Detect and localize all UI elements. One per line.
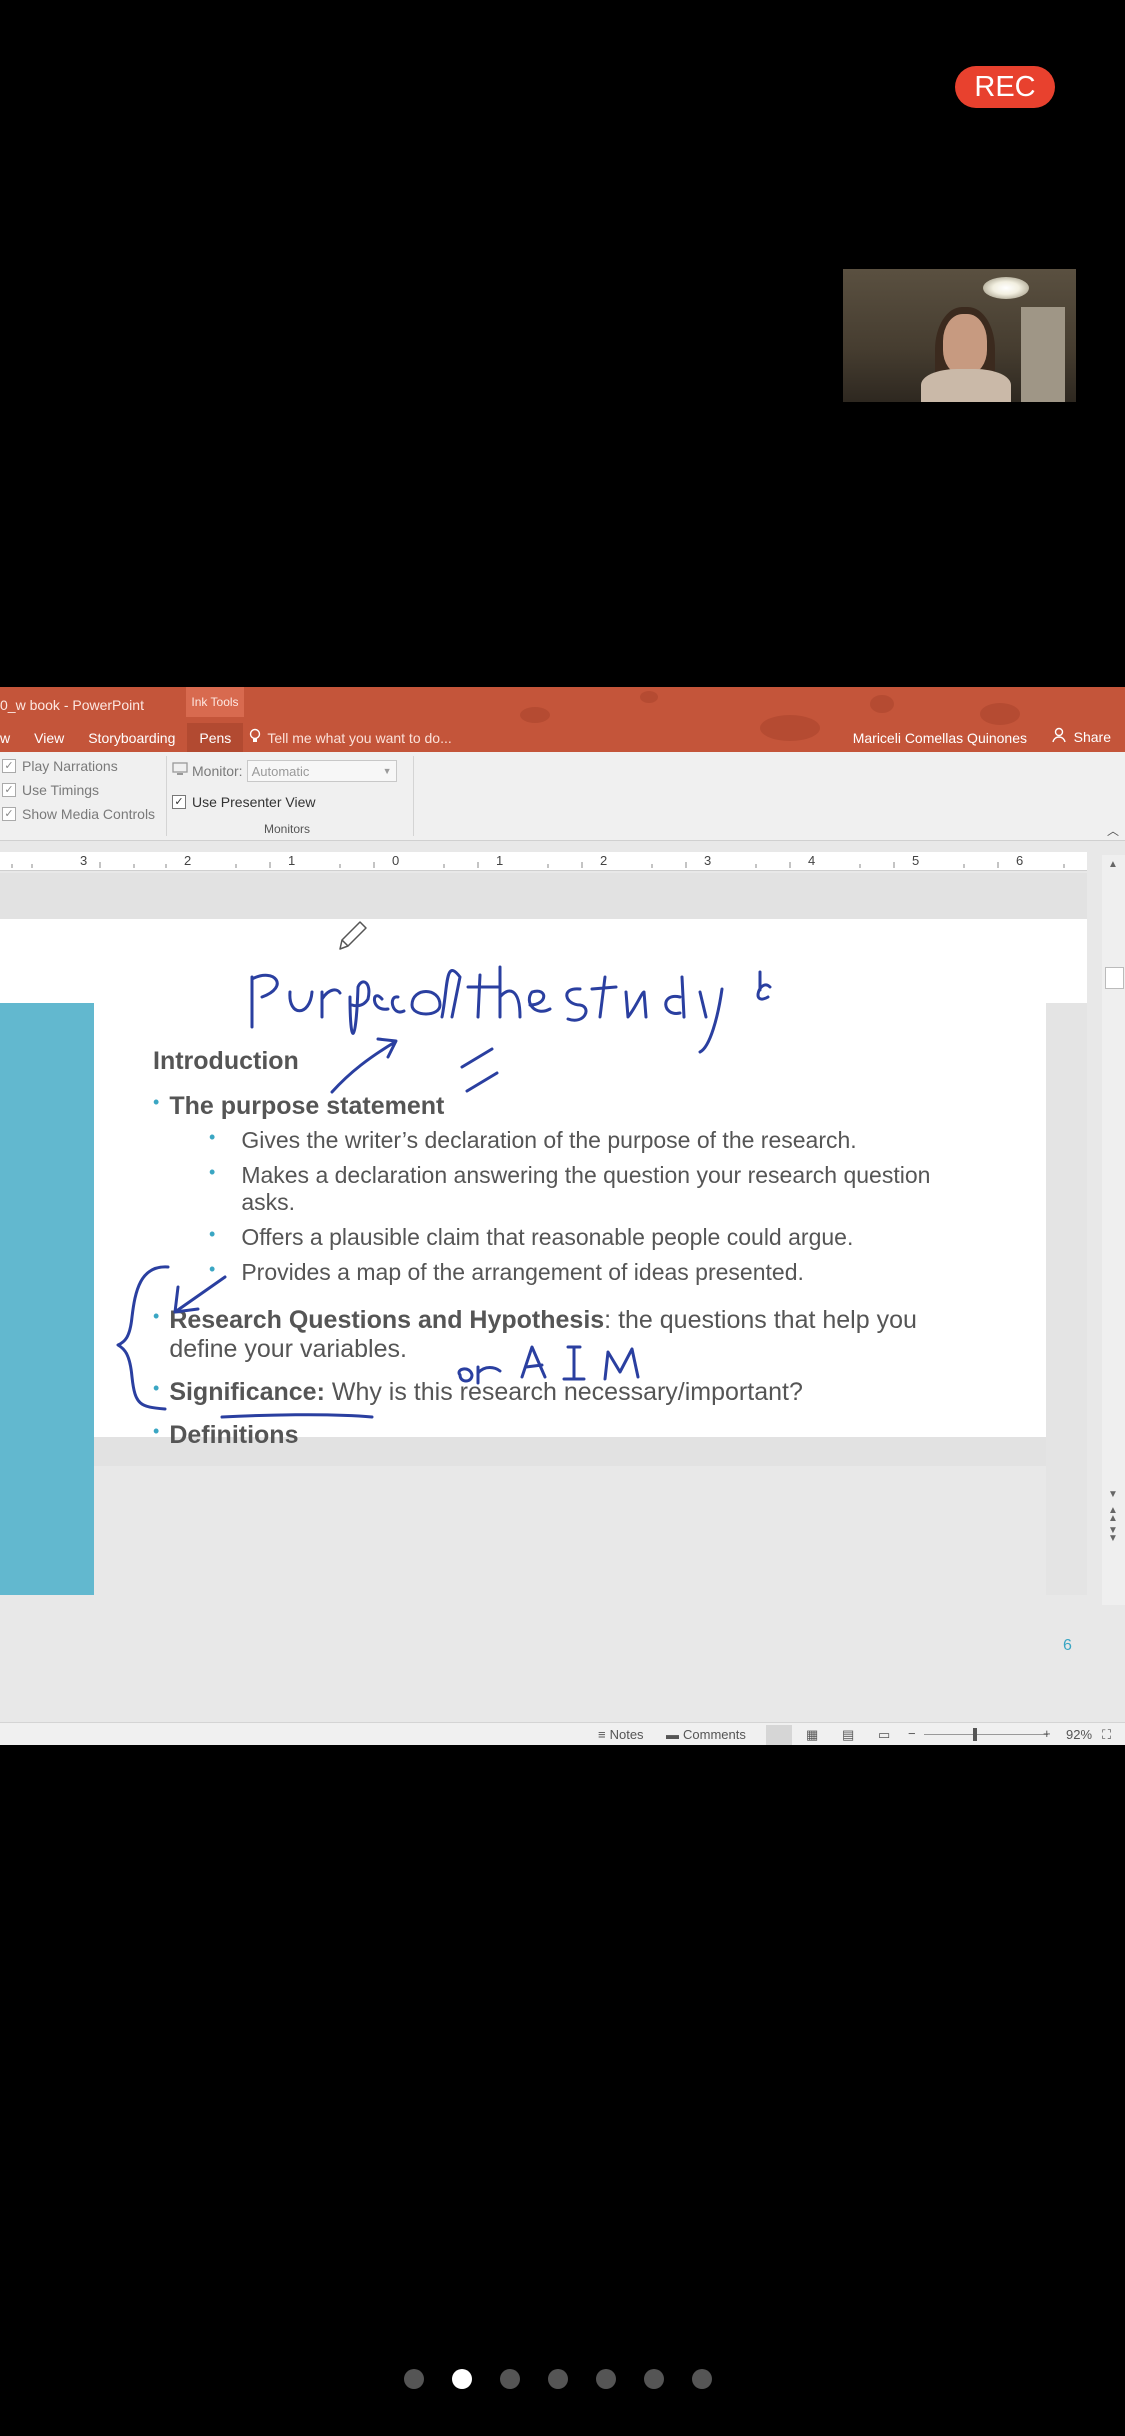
notes-label: Notes [609, 1727, 644, 1742]
zoom-slider-thumb[interactable] [973, 1728, 977, 1741]
ink-stroke [664, 975, 724, 1054]
zoom-in-icon[interactable]: + [1043, 1726, 1051, 1741]
notes-button[interactable]: ≡ Notes [598, 1727, 644, 1742]
ink-stroke [756, 970, 772, 1001]
fit-to-window-icon[interactable]: ⛶ [1102, 1727, 1111, 1743]
vertical-scrollbar[interactable]: ▲ ▼ ▲ ▲ ▼ ▼ [1102, 855, 1125, 1605]
ink-stroke [520, 1345, 547, 1379]
ink-stroke [330, 1037, 398, 1094]
ink-stroke [466, 965, 522, 1019]
zoom-level[interactable]: 92% [1066, 1727, 1092, 1742]
ink-stroke [527, 989, 552, 1013]
page-dot[interactable] [644, 2369, 664, 2389]
ink-stroke [457, 1365, 502, 1385]
page-dot[interactable] [548, 2369, 568, 2389]
zoom-out-icon[interactable]: − [908, 1726, 916, 1741]
reading-view-icon[interactable]: ▤ [842, 1727, 854, 1743]
presenter-body [921, 369, 1011, 402]
scroll-down-icon[interactable]: ▼ [1108, 1489, 1118, 1500]
ink-stroke [220, 1413, 374, 1419]
ceiling-lamp [983, 277, 1029, 299]
shared-screen-powerpoint: 0_w book - PowerPoint Ink Tools w View S… [0, 687, 1125, 1745]
ink-annotations [116, 921, 772, 1419]
page-dot[interactable] [500, 2369, 520, 2389]
slideshow-icon[interactable]: ▭ [878, 1727, 890, 1743]
zoom-slider[interactable] [924, 1734, 1048, 1735]
scroll-thumb[interactable] [1105, 967, 1124, 989]
page-dot-active[interactable] [452, 2369, 472, 2389]
pencil-cursor-icon [339, 921, 367, 950]
ink-stroke [603, 1347, 640, 1381]
ink-stroke [116, 1265, 170, 1411]
notes-icon: ≡ [598, 1727, 606, 1742]
ink-stroke [250, 973, 279, 1029]
comments-button[interactable]: ▬ Comments [666, 1727, 746, 1742]
page-dot[interactable] [404, 2369, 424, 2389]
scroll-up-icon[interactable]: ▲ [1108, 859, 1118, 870]
presenter-video[interactable] [843, 269, 1076, 402]
door [1021, 307, 1065, 402]
ink-stroke [288, 988, 342, 1019]
recording-badge: REC [955, 66, 1055, 108]
ink-stroke [460, 1047, 499, 1093]
status-bar: ≡ Notes ▬ Comments ▦ ▤ ▭ − + 92% ⛶ [0, 1722, 1125, 1745]
comments-label: Comments [683, 1727, 746, 1742]
ink-stroke [590, 975, 648, 1019]
ink-stroke [173, 1275, 227, 1314]
ink-stroke [565, 987, 588, 1022]
page-indicator [404, 2369, 712, 2389]
ink-stroke [373, 994, 406, 1014]
comments-icon: ▬ [666, 1727, 679, 1742]
ink-stroke [562, 1345, 586, 1381]
ink-stroke [348, 980, 371, 1035]
slide-sorter-icon[interactable]: ▦ [806, 1727, 818, 1743]
collapse-ribbon-icon[interactable]: ︿ [1107, 822, 1119, 839]
normal-view-button[interactable] [766, 1725, 792, 1745]
page-dot[interactable] [596, 2369, 616, 2389]
previous-slide-icon[interactable]: ▲ ▲ [1108, 1506, 1118, 1524]
presenter-face [943, 314, 987, 374]
next-slide-icon[interactable]: ▼ ▼ [1108, 1526, 1118, 1544]
ink-stroke [410, 969, 462, 1019]
page-dot[interactable] [692, 2369, 712, 2389]
